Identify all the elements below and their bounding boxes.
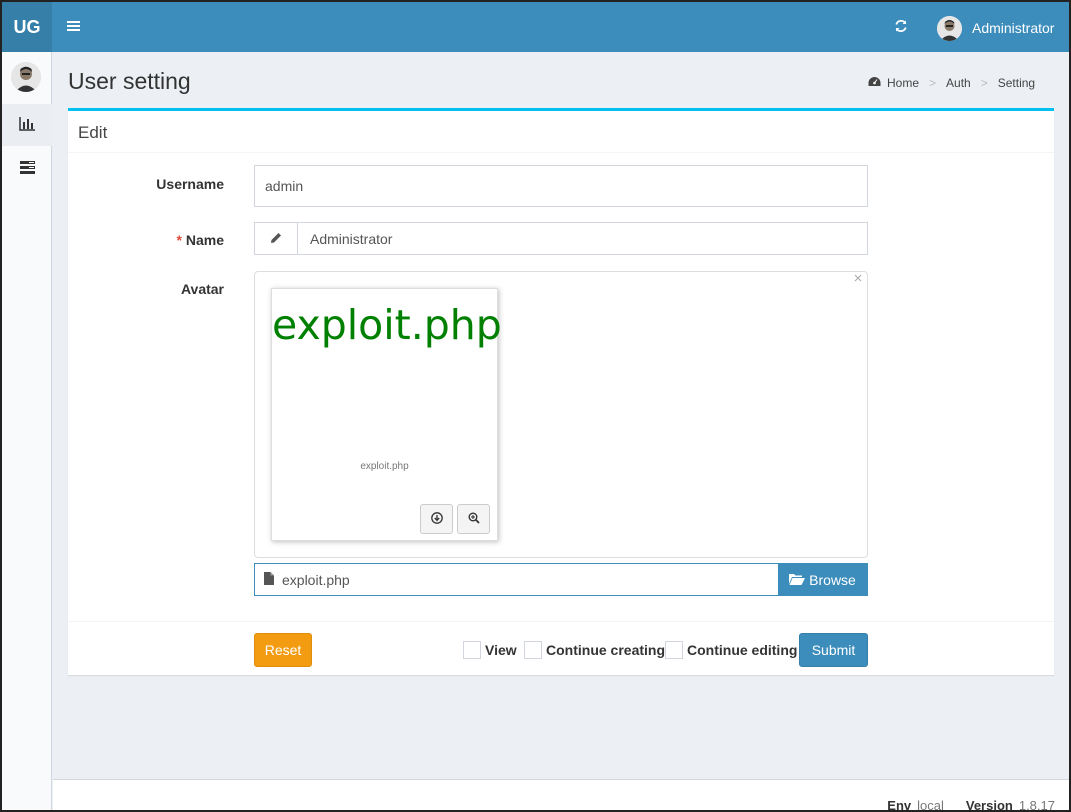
username-field[interactable]: admin xyxy=(254,165,868,207)
name-field[interactable]: Administrator xyxy=(254,222,868,255)
browse-button[interactable]: Browse xyxy=(778,564,867,595)
file-preview-thumbnail: exploit.php exploit.php xyxy=(271,288,502,541)
zoom-button[interactable] xyxy=(457,504,490,534)
check-view-label: View xyxy=(485,642,517,658)
name-addon xyxy=(255,223,298,254)
bar-chart-icon xyxy=(19,116,35,134)
check-continue-editing[interactable]: Continue editing xyxy=(665,641,797,659)
submit-button[interactable]: Submit xyxy=(799,633,868,667)
avatar-label: Avatar xyxy=(180,281,224,297)
sidebar-item-dashboard[interactable] xyxy=(2,104,52,146)
reset-button[interactable]: Reset xyxy=(254,633,312,667)
refresh-icon xyxy=(894,19,908,36)
required-mark: * xyxy=(176,232,182,248)
top-navbar: UG Administrator xyxy=(2,2,1069,52)
file-input[interactable]: exploit.php Browse xyxy=(254,563,868,596)
zoom-in-icon xyxy=(468,511,480,527)
file-caption: exploit.php xyxy=(255,571,778,588)
name-label: * Name xyxy=(68,232,224,248)
name-label-text: Name xyxy=(185,232,224,248)
breadcrumb-separator: > xyxy=(929,76,937,90)
breadcrumb: Home > Auth > Setting xyxy=(868,76,1035,90)
check-continue-creating[interactable]: Continue creating xyxy=(524,641,665,659)
preview-file-text: exploit.php xyxy=(272,301,502,349)
breadcrumb-home[interactable]: Home xyxy=(868,76,919,90)
logo[interactable]: UG xyxy=(2,2,52,52)
download-icon xyxy=(430,511,443,527)
folder-open-icon xyxy=(789,572,806,588)
bars-icon xyxy=(66,19,80,35)
list-icon xyxy=(19,161,35,177)
checkbox-continue-editing[interactable] xyxy=(665,641,683,659)
refresh-button[interactable] xyxy=(888,15,914,39)
page-footer: Env local Version 1.8.17 xyxy=(53,779,1069,812)
env-label: Env xyxy=(887,798,912,812)
box-title: Edit xyxy=(68,111,1054,153)
pencil-icon xyxy=(270,231,282,247)
check-continue-creating-label: Continue creating xyxy=(546,642,666,658)
sidebar xyxy=(2,52,52,810)
version-label: Version xyxy=(965,798,1013,812)
download-button[interactable] xyxy=(420,504,453,534)
username-label: Username xyxy=(156,176,224,192)
check-view[interactable]: View xyxy=(463,641,517,659)
sidebar-avatar xyxy=(11,62,41,92)
browse-label: Browse xyxy=(809,571,856,588)
checkbox-view[interactable] xyxy=(463,641,481,659)
page-title: User setting xyxy=(68,68,191,94)
breadcrumb-separator: > xyxy=(980,76,988,90)
user-name: Administrator xyxy=(972,20,1055,36)
preview-caption: exploit.php xyxy=(360,461,409,472)
avatar xyxy=(937,15,962,41)
checkbox-continue-creating[interactable] xyxy=(524,641,542,659)
form-footer-divider xyxy=(68,621,1054,622)
footer-info: Env local Version 1.8.17 xyxy=(887,798,1055,812)
breadcrumb-auth[interactable]: Auth xyxy=(946,76,971,90)
edit-form-box: Edit Username admin * Name Administrator… xyxy=(68,108,1054,675)
user-menu[interactable]: Administrator xyxy=(937,14,1054,42)
sidebar-toggle-button[interactable] xyxy=(60,15,86,39)
version-value: 1.8.17 xyxy=(1018,798,1055,812)
breadcrumb-home-label: Home xyxy=(887,76,920,90)
dashboard-icon xyxy=(868,76,881,90)
close-icon[interactable]: × xyxy=(851,271,865,286)
file-name-text: exploit.php xyxy=(282,571,350,588)
sidebar-item-auth[interactable] xyxy=(2,148,52,190)
breadcrumb-setting: Setting xyxy=(997,76,1036,90)
name-value: Administrator xyxy=(310,230,393,247)
env-value: local xyxy=(917,798,944,812)
file-preview-frame: × exploit.php exploit.php xyxy=(254,271,868,558)
file-icon xyxy=(264,571,274,588)
check-continue-editing-label: Continue editing xyxy=(687,642,798,658)
